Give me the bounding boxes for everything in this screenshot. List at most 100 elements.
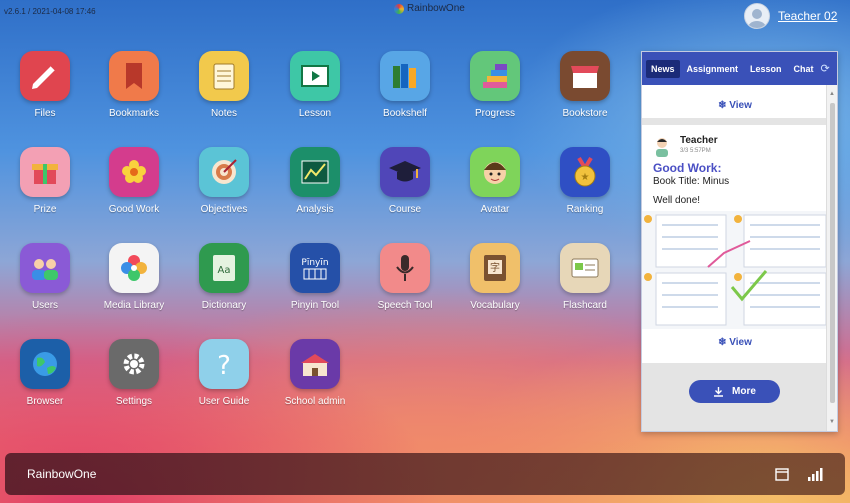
window-icon[interactable] xyxy=(775,467,789,481)
svg-text:★: ★ xyxy=(581,172,590,183)
face-icon[interactable] xyxy=(470,147,520,197)
app-label: Pinyin Tool xyxy=(290,300,340,311)
app-label: Avatar xyxy=(480,204,510,215)
app-label: Bookmarks xyxy=(108,108,159,119)
news-panel: News Assignment Lesson Chat ⟳ ❄ View Tea… xyxy=(641,51,838,432)
app-lesson[interactable]: Lesson xyxy=(270,51,360,119)
user-menu[interactable]: Teacher 02 xyxy=(744,3,837,29)
view-button[interactable]: ❄ View xyxy=(642,337,828,348)
panel-scrollbar[interactable]: ▲ ▼ xyxy=(826,85,837,431)
books-icon[interactable] xyxy=(380,51,430,101)
app-files[interactable]: Files xyxy=(0,51,90,119)
app-label: Flashcard xyxy=(563,300,607,311)
view-label: View xyxy=(729,100,752,111)
post-author: Teacher xyxy=(680,135,718,146)
app-good-work[interactable]: Good Work xyxy=(89,147,179,215)
app-label: Speech Tool xyxy=(377,300,433,311)
target-icon[interactable] xyxy=(199,147,249,197)
app-bookstore[interactable]: Bookstore xyxy=(540,51,630,119)
svg-text:?: ? xyxy=(217,351,231,381)
flower-icon[interactable] xyxy=(109,147,159,197)
user-name[interactable]: Teacher 02 xyxy=(778,9,837,23)
rainbowone-logo-icon xyxy=(394,3,404,14)
tab-chat[interactable]: Chat xyxy=(789,60,819,78)
worksheet-thumbnail[interactable] xyxy=(642,211,828,329)
school-icon[interactable] xyxy=(290,339,340,389)
app-dictionary[interactable]: Aa Dictionary xyxy=(179,243,269,311)
more-button[interactable]: More xyxy=(689,380,780,403)
signal-icon xyxy=(808,468,823,481)
app-label: Browser xyxy=(26,396,64,407)
app-speech-tool[interactable]: Speech Tool xyxy=(360,243,450,311)
app-vocabulary[interactable]: 字 Vocabulary xyxy=(450,243,540,311)
refresh-icon[interactable]: ⟳ xyxy=(821,62,836,75)
app-pinyin-tool[interactable]: Pīnyīn Pinyin Tool xyxy=(270,243,360,311)
app-bookshelf[interactable]: Bookshelf xyxy=(360,51,450,119)
pinyin-icon[interactable]: Pīnyīn xyxy=(290,243,340,293)
pencil-icon[interactable] xyxy=(20,51,70,101)
app-prize[interactable]: Prize xyxy=(0,147,90,215)
app-media-library[interactable]: Media Library xyxy=(89,243,179,311)
vocabulary-book-icon[interactable]: 字 xyxy=(470,243,520,293)
app-user-guide[interactable]: ? User Guide xyxy=(179,339,269,407)
play-board-icon[interactable] xyxy=(290,51,340,101)
app-label: User Guide xyxy=(198,396,250,407)
app-settings[interactable]: Settings xyxy=(89,339,179,407)
gear-icon[interactable] xyxy=(109,339,159,389)
post-book-title: Book Title: Minus xyxy=(653,176,730,187)
question-icon[interactable]: ? xyxy=(199,339,249,389)
app-label: Objectives xyxy=(200,204,248,215)
bookmark-icon[interactable] xyxy=(109,51,159,101)
app-progress[interactable]: Progress xyxy=(450,51,540,119)
app-label: School admin xyxy=(284,396,346,407)
scroll-thumb[interactable] xyxy=(830,103,835,403)
app-label: Notes xyxy=(210,108,238,119)
app-browser[interactable]: Browser xyxy=(0,339,90,407)
person-icon xyxy=(748,9,766,28)
app-bookmarks[interactable]: Bookmarks xyxy=(89,51,179,119)
dictionary-icon[interactable]: Aa xyxy=(199,243,249,293)
view-label: View xyxy=(729,337,752,348)
tab-lesson[interactable]: Lesson xyxy=(745,60,787,78)
users-icon[interactable] xyxy=(20,243,70,293)
globe-icon[interactable] xyxy=(20,339,70,389)
brand-name: RainbowOne xyxy=(407,3,465,14)
flashcard-icon[interactable] xyxy=(560,243,610,293)
photos-icon[interactable] xyxy=(109,243,159,293)
notepad-icon[interactable] xyxy=(199,51,249,101)
app-analysis[interactable]: Analysis xyxy=(270,147,360,215)
app-ranking[interactable]: ★ Ranking xyxy=(540,147,630,215)
app-avatar[interactable]: Avatar xyxy=(450,147,540,215)
taskbar: RainbowOne xyxy=(5,453,845,495)
gift-icon[interactable] xyxy=(20,147,70,197)
more-label: More xyxy=(732,386,756,397)
tab-assignment[interactable]: Assignment xyxy=(682,60,744,78)
scroll-up-icon[interactable]: ▲ xyxy=(829,91,835,97)
microphone-icon[interactable] xyxy=(380,243,430,293)
scroll-down-icon[interactable]: ▼ xyxy=(829,419,835,425)
view-button[interactable]: ❄ View xyxy=(642,100,828,111)
svg-text:Aa: Aa xyxy=(218,265,231,276)
app-school-admin[interactable]: School admin xyxy=(270,339,360,407)
app-flashcard[interactable]: Flashcard xyxy=(540,243,630,311)
taskbar-title: RainbowOne xyxy=(27,467,97,481)
chart-board-icon[interactable] xyxy=(290,147,340,197)
medal-icon[interactable]: ★ xyxy=(560,147,610,197)
app-label: Course xyxy=(388,204,422,215)
view-icon: ❄ xyxy=(718,337,727,348)
app-course[interactable]: Course xyxy=(360,147,450,215)
stairs-icon[interactable] xyxy=(470,51,520,101)
store-icon[interactable] xyxy=(560,51,610,101)
graduation-cap-icon[interactable] xyxy=(380,147,430,197)
post-time: 3/3 5:57PM xyxy=(680,148,711,154)
app-notes[interactable]: Notes xyxy=(179,51,269,119)
news-feed[interactable]: ❄ View Teacher 3/3 5:57PM Good Work: Boo… xyxy=(642,85,828,431)
svg-text:Pīnyīn: Pīnyīn xyxy=(301,258,328,268)
app-label: Media Library xyxy=(103,300,165,311)
view-icon: ❄ xyxy=(718,100,727,111)
app-objectives[interactable]: Objectives xyxy=(179,147,269,215)
app-label: Progress xyxy=(474,108,515,119)
app-users[interactable]: Users xyxy=(0,243,90,311)
tab-news[interactable]: News xyxy=(646,59,680,78)
user-avatar[interactable] xyxy=(744,3,770,29)
